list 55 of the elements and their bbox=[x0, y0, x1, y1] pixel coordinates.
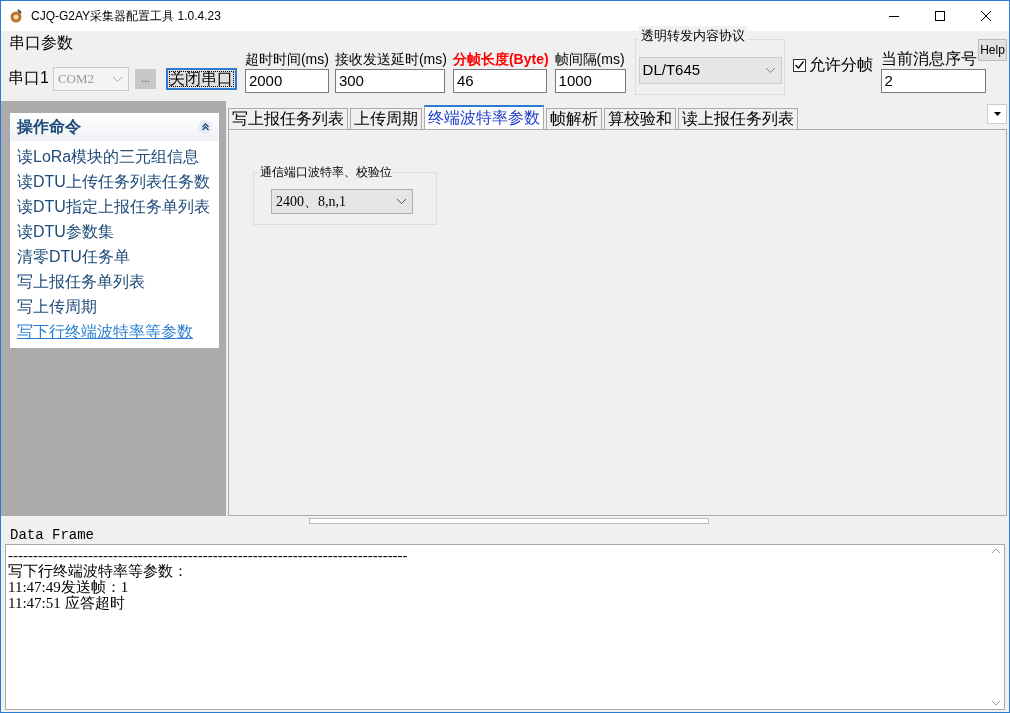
protocol-dropdown[interactable]: DL/T645 bbox=[638, 57, 782, 84]
input-field[interactable]: 46 bbox=[452, 69, 547, 93]
sequence-field[interactable]: 2 bbox=[880, 69, 986, 93]
log-line: 11:47:51 应答超时 bbox=[8, 595, 125, 611]
field-label: 分帧长度(Byte) bbox=[452, 50, 549, 69]
log-line: -------------------------------------------------------------------------------- bbox=[8, 547, 408, 563]
group-title: Data Frame bbox=[10, 526, 95, 544]
app-icon bbox=[9, 9, 23, 23]
scroll-down-icon bbox=[992, 701, 1000, 705]
tab[interactable]: 写上报任务列表 bbox=[228, 108, 348, 129]
field-label: 接收发送延时(ms) bbox=[334, 50, 447, 69]
tab[interactable]: 上传周期 bbox=[350, 108, 422, 129]
window-title: CJQ-G2AY采集器配置工具 1.0.4.23 bbox=[31, 8, 221, 25]
help-button[interactable]: Help bbox=[978, 39, 1007, 61]
close-port-button[interactable]: 关闭串口 bbox=[165, 68, 237, 90]
baud-dropdown[interactable]: 2400、8,n,1 bbox=[271, 189, 413, 214]
maximize-icon bbox=[935, 11, 945, 21]
chevron-down-icon bbox=[112, 76, 122, 82]
command-link[interactable]: 读DTU上传任务列表任务数 bbox=[17, 169, 210, 194]
panel-title: 操作命令 bbox=[17, 117, 81, 137]
tab[interactable]: 终端波特率参数 bbox=[424, 105, 544, 129]
log-line: 11:47:49发送帧：1 bbox=[8, 579, 129, 595]
scroll-up-icon bbox=[992, 549, 1000, 553]
command-link[interactable]: 写下行终端波特率等参数 bbox=[17, 319, 193, 344]
tab[interactable]: 算校验和 bbox=[604, 108, 676, 129]
command-link[interactable]: 读LoRa模块的三元组信息 bbox=[17, 144, 200, 169]
command-link[interactable]: 写上传周期 bbox=[17, 294, 97, 319]
field-label: 帧间隔(ms) bbox=[554, 50, 626, 69]
close-icon bbox=[981, 11, 991, 21]
collapse-button[interactable] bbox=[198, 120, 212, 134]
tab[interactable]: 帧解析 bbox=[546, 108, 602, 129]
checkbox[interactable] bbox=[792, 58, 806, 72]
minimize-icon bbox=[889, 15, 899, 17]
browse-button[interactable]: ... bbox=[134, 69, 156, 89]
input-field[interactable]: 300 bbox=[334, 69, 445, 93]
allow-split-checkbox[interactable]: 允许分帧 bbox=[792, 53, 873, 77]
command-link[interactable]: 清零DTU任务单 bbox=[17, 244, 130, 269]
field-label: 超时时间(ms) bbox=[244, 50, 329, 69]
tab-menu-button[interactable] bbox=[987, 104, 1007, 124]
group-title: 串口参数 bbox=[9, 33, 73, 53]
checkmark-icon bbox=[794, 61, 804, 69]
tab[interactable]: 读上报任务列表 bbox=[678, 108, 798, 129]
input-field[interactable]: 1000 bbox=[554, 69, 626, 93]
command-link[interactable]: 写上报任务单列表 bbox=[17, 269, 145, 294]
command-link[interactable]: 读DTU指定上报任务单列表 bbox=[17, 194, 210, 219]
command-link[interactable]: 读DTU参数集 bbox=[17, 219, 114, 244]
chevron-down-icon bbox=[397, 199, 406, 204]
chevron-down-icon bbox=[765, 68, 775, 73]
triangle-down-icon bbox=[993, 112, 1001, 116]
port-label: 串口1 bbox=[8, 68, 49, 88]
splitter-handle[interactable] bbox=[309, 518, 709, 524]
input-field[interactable]: 2000 bbox=[244, 69, 329, 93]
double-chevron-up-icon bbox=[201, 123, 209, 131]
log-line: 写下行终端波特率等参数： bbox=[8, 563, 188, 579]
group-title: 通信端口波特率、校验位 bbox=[259, 165, 393, 179]
